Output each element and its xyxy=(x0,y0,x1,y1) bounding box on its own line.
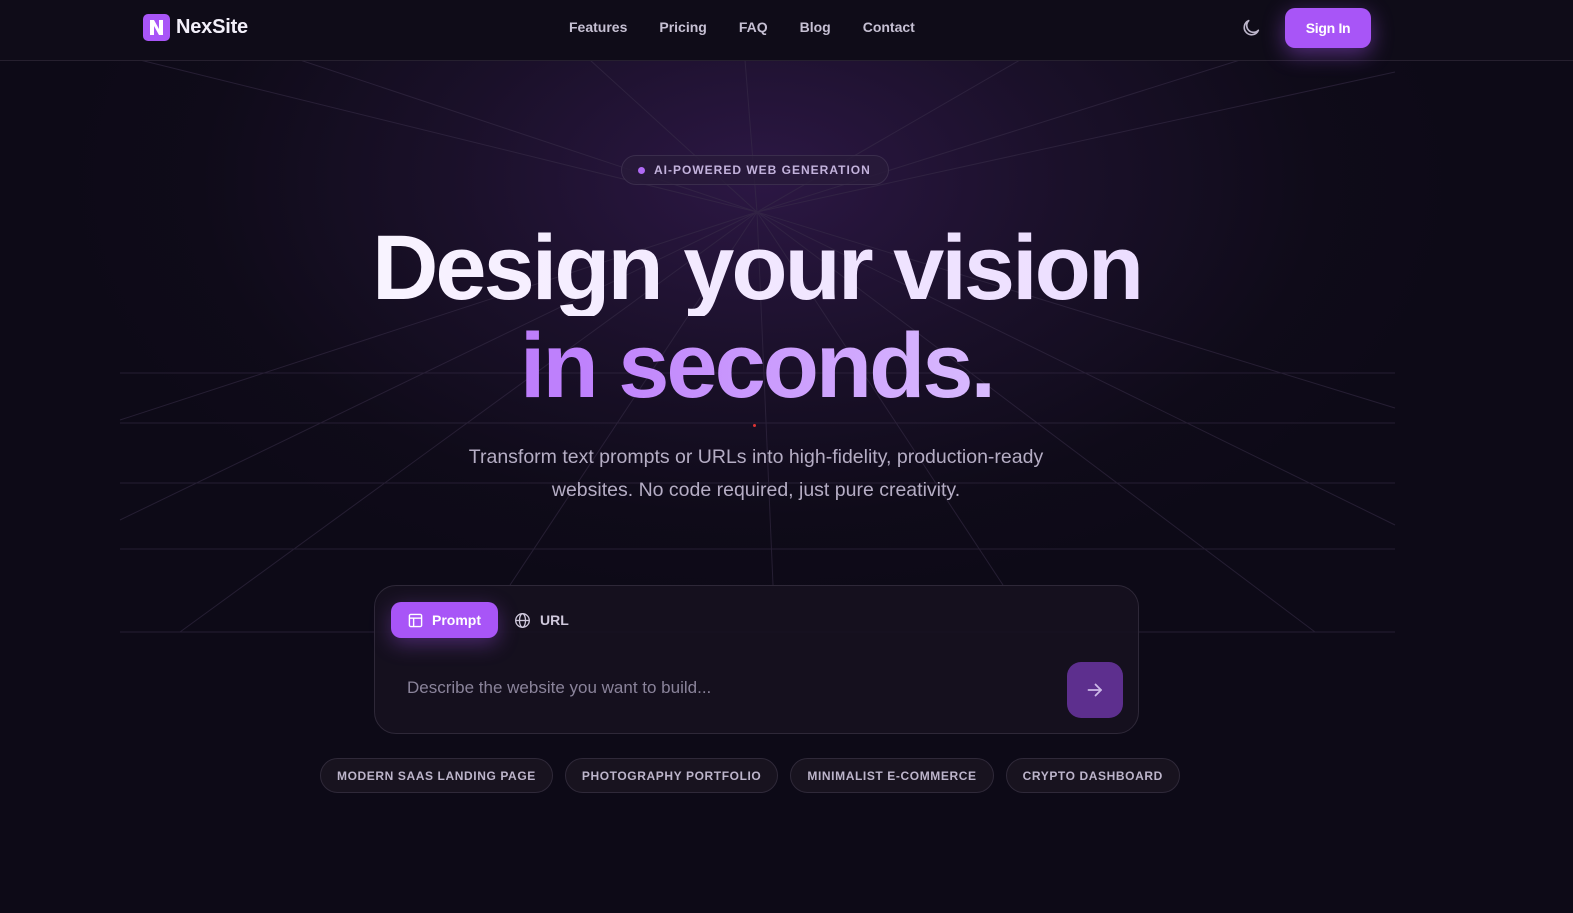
moon-icon[interactable] xyxy=(1240,17,1262,39)
hero-badge: AI-POWERED WEB GENERATION xyxy=(621,155,889,185)
logo-mark-icon xyxy=(143,14,170,41)
arrow-right-icon xyxy=(1087,683,1102,697)
prompt-card: Prompt URL xyxy=(374,585,1139,734)
headline-line-1: Design your vision xyxy=(0,220,1513,316)
cursor-dot xyxy=(753,424,756,427)
subtitle-line-1: Transform text prompts or URLs into high… xyxy=(468,446,1044,468)
tab-url-label: URL xyxy=(540,612,569,628)
sign-in-button[interactable]: Sign In xyxy=(1285,8,1371,48)
badge-label: AI-POWERED WEB GENERATION xyxy=(654,163,871,177)
suggestion-chip[interactable]: PHOTOGRAPHY PORTFOLIO xyxy=(564,758,779,793)
suggestion-chip[interactable]: CRYPTO DASHBOARD xyxy=(1005,758,1180,793)
suggestion-chips: MODERN SAAS LANDING PAGE PHOTOGRAPHY POR… xyxy=(320,758,1180,793)
nav-links: Features Pricing FAQ Blog Contact xyxy=(569,19,915,35)
layout-icon xyxy=(408,613,423,627)
nav-link-contact[interactable]: Contact xyxy=(863,19,915,35)
tab-url[interactable]: URL xyxy=(514,602,569,638)
prompt-input[interactable] xyxy=(391,666,1051,710)
nav-link-pricing[interactable]: Pricing xyxy=(659,19,706,35)
tab-prompt-label: Prompt xyxy=(432,612,481,628)
subtitle-line-2: websites. No code required, just pure cr… xyxy=(551,479,961,501)
top-nav: NexSite Features Pricing FAQ Blog Contac… xyxy=(0,0,1573,61)
tab-prompt[interactable]: Prompt xyxy=(391,602,498,638)
suggestion-chip[interactable]: MODERN SAAS LANDING PAGE xyxy=(320,758,553,793)
headline-line-2: in seconds. xyxy=(0,318,1513,414)
landing-page: NexSite Features Pricing FAQ Blog Contac… xyxy=(0,0,1573,913)
brand-logo[interactable]: NexSite xyxy=(143,14,248,41)
hero-subtitle: Transform text prompts or URLs into high… xyxy=(405,441,1107,507)
nav-link-faq[interactable]: FAQ xyxy=(739,19,768,35)
submit-button[interactable] xyxy=(1067,662,1123,718)
brand-name: NexSite xyxy=(176,16,248,38)
suggestion-chip[interactable]: MINIMALIST E-COMMERCE xyxy=(790,758,994,793)
hero-headline: Design your vision in seconds. xyxy=(0,220,1513,414)
nav-link-features[interactable]: Features xyxy=(569,19,627,35)
globe-icon xyxy=(515,612,530,628)
nav-link-blog[interactable]: Blog xyxy=(800,19,831,35)
badge-dot-icon xyxy=(638,166,645,174)
